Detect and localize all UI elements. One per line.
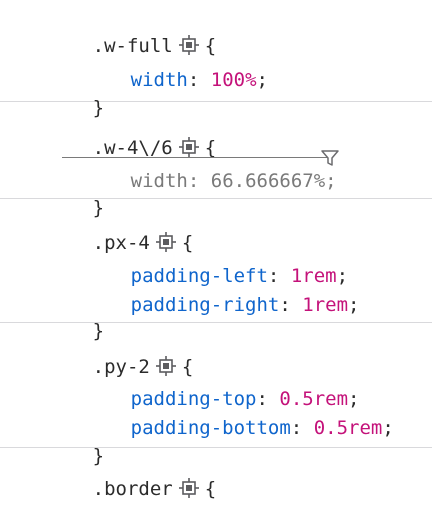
rule-selector[interactable]: .border — [93, 478, 173, 500]
filter-icon[interactable] — [320, 148, 340, 168]
css-rule: .w-full{ width: 100%; } — [0, 0, 432, 119]
strikethrough-line — [62, 157, 327, 158]
open-brace: { — [204, 478, 217, 500]
declaration[interactable]: padding-left: 1rem; — [62, 240, 348, 287]
css-rules-panel: .w-full{ width: 100%; } .w-4\/6{ width: … — [0, 0, 432, 500]
grid-highlighter-icon[interactable] — [178, 478, 199, 498]
css-rule: .w-4\/6{ width: 66.666667%; } — [0, 102, 432, 219]
declaration[interactable]: padding-top: 0.5rem; — [62, 363, 360, 410]
property-name[interactable]: padding-right — [131, 294, 280, 316]
declaration[interactable]: width: 100%; — [62, 44, 268, 91]
property-name[interactable]: width — [131, 69, 188, 91]
property-name[interactable]: width — [131, 170, 188, 192]
declaration[interactable]: padding-bottom: 0.5rem; — [62, 392, 394, 439]
css-rule: .border { — [0, 448, 432, 500]
property-value[interactable]: 0.5rem — [314, 417, 383, 439]
property-value[interactable]: 66.666667% — [211, 170, 325, 192]
declaration-overridden[interactable]: width: 66.666667%; — [62, 145, 337, 192]
property-name[interactable]: padding-bottom — [131, 417, 291, 439]
css-rule: .py-2{ padding-top: 0.5rem; padding-bott… — [0, 323, 432, 467]
property-value[interactable]: 100% — [211, 69, 257, 91]
css-rule: .px-4{ padding-left: 1rem; padding-right… — [0, 199, 432, 342]
declaration[interactable]: padding-right: 1rem; — [62, 269, 360, 316]
property-value[interactable]: 1rem — [302, 294, 348, 316]
